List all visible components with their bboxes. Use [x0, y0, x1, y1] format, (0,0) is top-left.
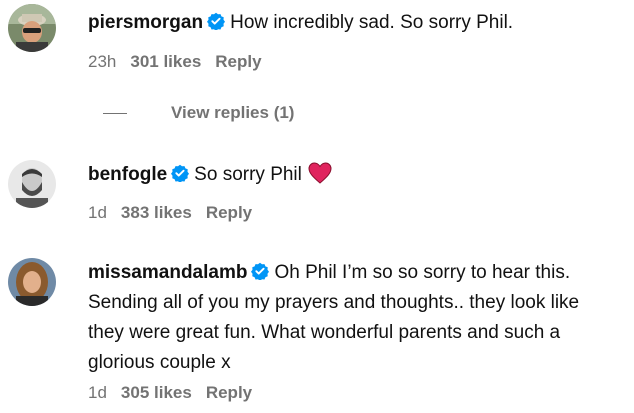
avatar-benfogle[interactable]	[8, 160, 56, 208]
username-benfogle[interactable]: benfogle	[88, 164, 167, 185]
comment-2-meta: 1d 383 likes Reply	[88, 203, 266, 223]
comment-text: So sorry Phil	[194, 164, 302, 185]
comment-3-line: missamandalamb Oh Phil I’m so so sorry to…	[88, 258, 570, 288]
comment-3-meta: 1d 305 likes Reply	[88, 383, 266, 403]
reply-button[interactable]: Reply	[215, 52, 261, 71]
view-replies-label: View replies (1)	[171, 103, 295, 122]
username-missamandalamb[interactable]: missamandalamb	[88, 262, 247, 283]
comment-1-meta: 23h 301 likes Reply	[88, 52, 276, 72]
comment-2-line: benfogle So sorry Phil	[88, 160, 332, 190]
avatar-image	[8, 4, 56, 52]
comment-3-text-line-3: they were great fun. What wonderful pare…	[88, 322, 561, 343]
likes-count[interactable]: 301 likes	[130, 52, 201, 71]
avatar-image	[8, 160, 56, 208]
comment-time: 1d	[88, 383, 107, 402]
verified-badge-icon	[171, 164, 190, 182]
comments-section: piersmorgan How incredibly sad. So sorry …	[0, 0, 634, 413]
comment-text: How incredibly sad. So sorry Phil.	[230, 12, 514, 33]
verified-badge-icon	[207, 12, 226, 30]
comment-1-line: piersmorgan How incredibly sad. So sorry …	[88, 8, 513, 38]
avatar-image	[8, 258, 56, 306]
avatar-piersmorgan[interactable]	[8, 4, 56, 52]
comment-time: 23h	[88, 52, 117, 71]
likes-count[interactable]: 383 likes	[121, 203, 192, 222]
username-piersmorgan[interactable]: piersmorgan	[88, 12, 203, 33]
view-replies-button[interactable]: View replies (1)	[103, 103, 294, 123]
red-heart-icon	[308, 162, 332, 184]
verified-badge-icon	[251, 262, 270, 280]
comment-3-text-line-2: Sending all of you my prayers and though…	[88, 292, 580, 313]
reply-button[interactable]: Reply	[206, 203, 252, 222]
reply-button[interactable]: Reply	[206, 383, 252, 402]
comment-3-text-line-4: glorious couple x	[88, 352, 231, 373]
likes-count[interactable]: 305 likes	[121, 383, 192, 402]
comment-time: 1d	[88, 203, 107, 222]
comment-text: Oh Phil I’m so so sorry to hear this.	[274, 262, 571, 283]
replies-divider	[103, 112, 127, 114]
avatar-missamandalamb[interactable]	[8, 258, 56, 306]
